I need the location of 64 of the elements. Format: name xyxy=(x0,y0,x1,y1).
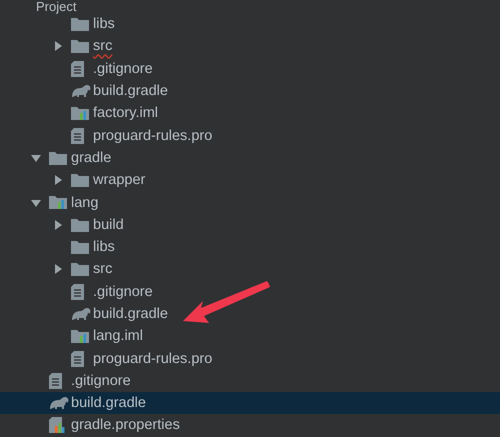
tree-row[interactable]: lang.iml xyxy=(0,325,500,348)
file-name: lang.iml xyxy=(93,327,143,346)
collapse-arrow-icon[interactable] xyxy=(31,198,41,208)
expand-arrow-icon[interactable] xyxy=(53,220,63,230)
folder-icon xyxy=(49,150,67,165)
file-name: wrapper xyxy=(93,171,146,190)
folder-icon xyxy=(71,240,89,254)
tree-row[interactable]: libs xyxy=(0,236,500,258)
tree-row[interactable]: gradle xyxy=(0,146,500,170)
file-name: lang xyxy=(71,194,98,212)
file-name: build.gradle xyxy=(93,305,168,323)
tree-row[interactable]: gradle.properties xyxy=(0,414,500,437)
file-name: libs xyxy=(93,238,115,256)
file-name: gradle.properties xyxy=(71,416,180,434)
module-folder-icon xyxy=(49,195,67,210)
file-name: proguard-rules.pro xyxy=(93,350,212,368)
file-name: gradle xyxy=(71,148,112,167)
expand-arrow-icon[interactable] xyxy=(53,175,63,186)
properties-file-icon xyxy=(49,417,65,434)
module-file-icon xyxy=(71,106,89,121)
elephant-icon xyxy=(71,307,91,321)
folder-icon xyxy=(71,39,89,54)
tree-row[interactable]: proguard-rules.pro xyxy=(0,124,500,147)
tree-row[interactable]: build xyxy=(0,214,500,236)
document-icon xyxy=(71,60,84,77)
document-icon xyxy=(71,284,84,300)
document-icon xyxy=(71,350,84,367)
folder-icon xyxy=(71,173,89,188)
document-icon xyxy=(49,372,62,389)
expand-arrow-icon[interactable] xyxy=(53,264,63,274)
tree-row[interactable]: libs xyxy=(0,13,500,36)
file-name: build.gradle xyxy=(93,82,168,100)
tree-row[interactable]: .gitignore xyxy=(0,280,500,303)
module-file-icon xyxy=(71,328,89,344)
tree-row[interactable]: wrapper xyxy=(0,169,500,192)
tree-row[interactable]: build.gradle xyxy=(0,392,500,414)
file-name: .gitignore xyxy=(93,60,153,78)
tree-row[interactable]: proguard-rules.pro xyxy=(0,347,500,370)
file-name: .gitignore xyxy=(93,282,153,301)
tree-row[interactable]: .gitignore xyxy=(0,370,500,392)
file-name: build xyxy=(93,216,124,234)
file-name: src xyxy=(93,37,112,56)
collapse-arrow-icon[interactable] xyxy=(31,152,41,163)
expand-arrow-icon[interactable] xyxy=(53,41,63,52)
tree-row[interactable]: src xyxy=(0,35,500,58)
panel-title[interactable]: Project xyxy=(36,0,76,13)
tree-row[interactable]: factory.iml xyxy=(0,102,500,124)
tree-row[interactable]: build.gradle xyxy=(0,80,500,102)
tree-row[interactable]: .gitignore xyxy=(0,58,500,80)
tree-row[interactable]: src xyxy=(0,258,500,281)
file-name: libs xyxy=(93,15,115,34)
file-name: proguard-rules.pro xyxy=(93,126,212,145)
tree-row[interactable]: lang xyxy=(0,191,500,214)
folder-icon xyxy=(71,262,89,276)
tree-row[interactable]: build.gradle xyxy=(0,302,500,326)
folder-icon xyxy=(71,218,89,232)
file-name: build.gradle xyxy=(71,394,146,412)
file-name: .gitignore xyxy=(71,372,131,390)
elephant-icon xyxy=(71,84,91,98)
file-name: src xyxy=(93,260,112,278)
folder-icon xyxy=(71,17,89,32)
file-name: factory.iml xyxy=(93,104,158,122)
document-icon xyxy=(71,128,84,144)
elephant-icon xyxy=(49,396,69,410)
